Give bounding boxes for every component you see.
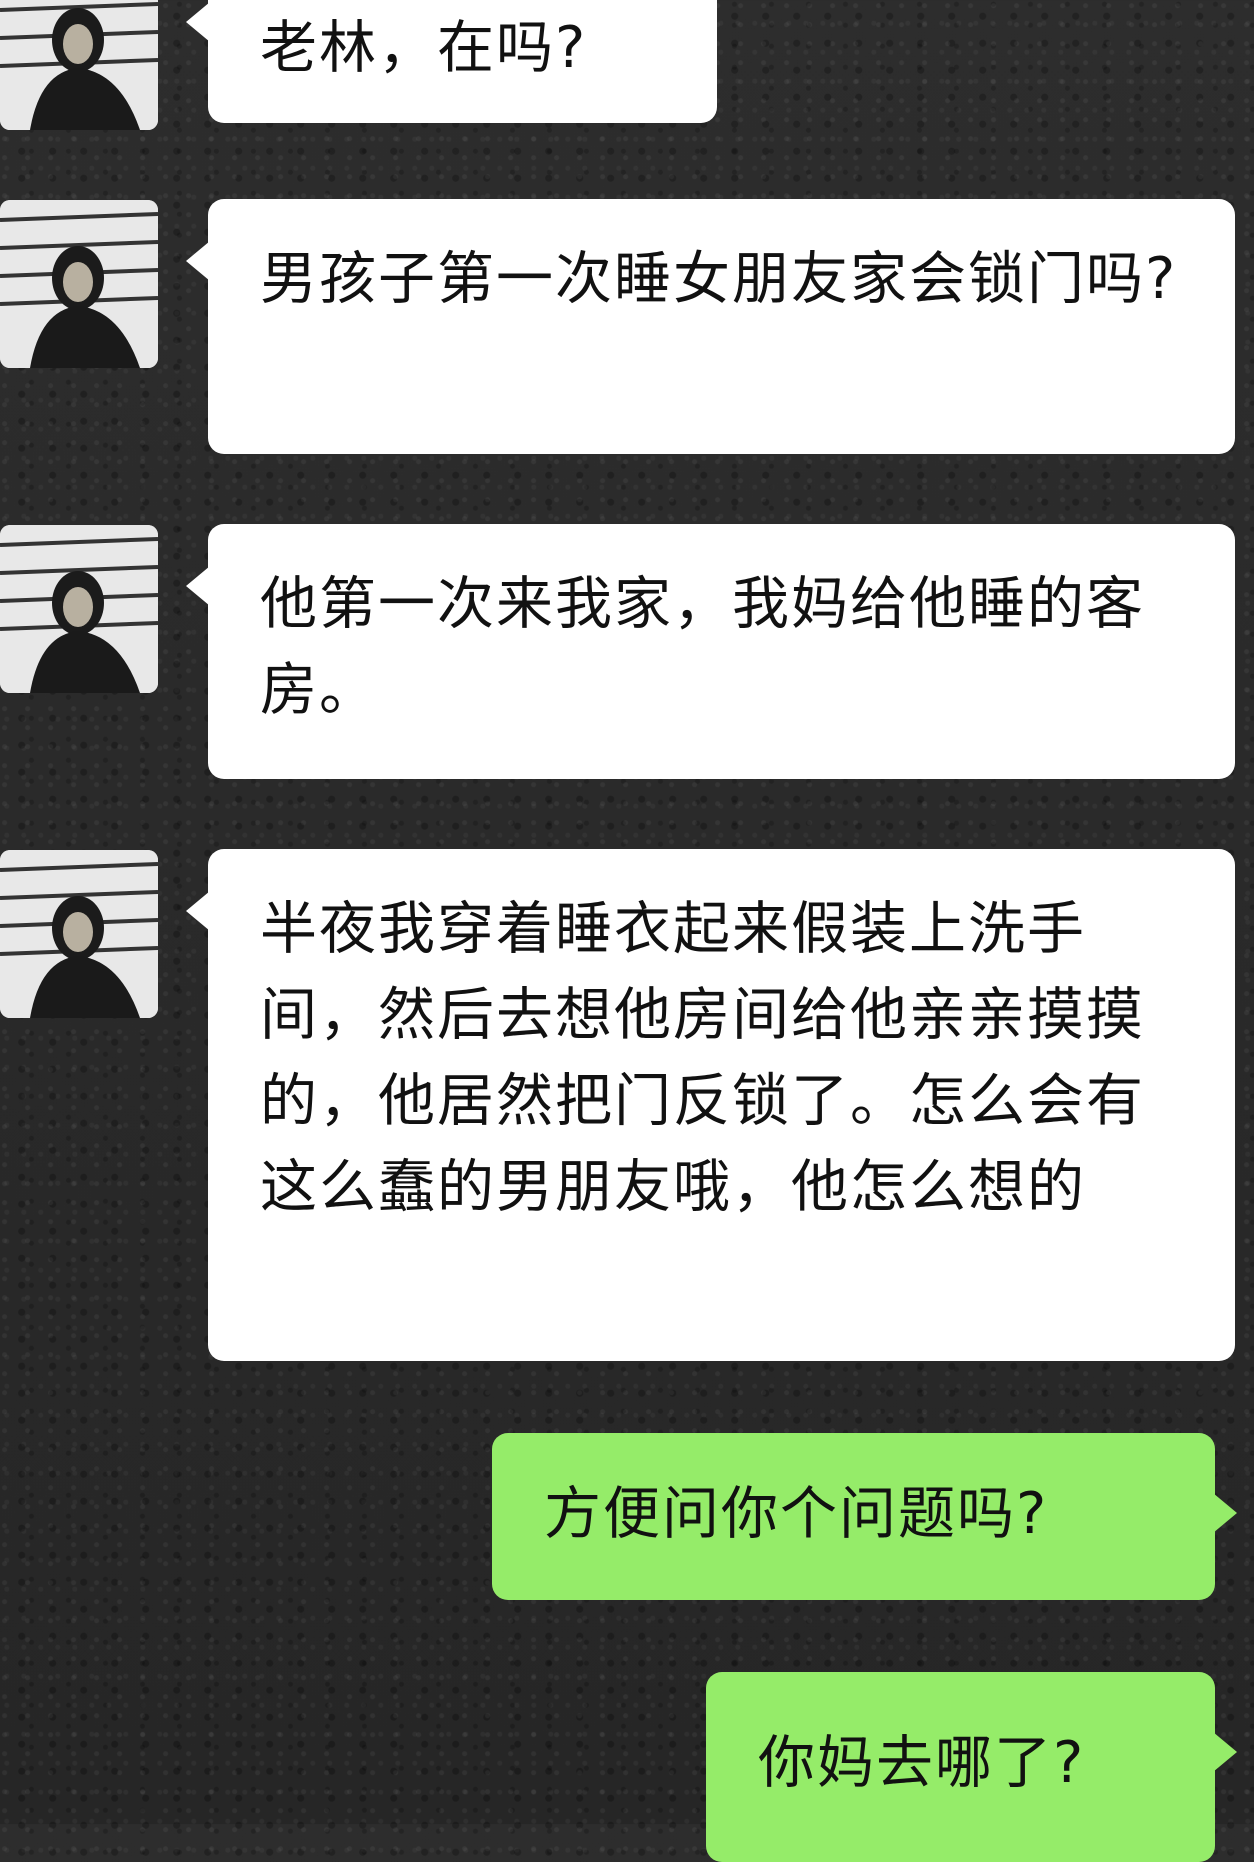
avatar-photo-icon (0, 850, 158, 1018)
contact-avatar[interactable] (0, 0, 158, 130)
message-bubble-incoming[interactable]: 男孩子第一次睡女朋友家会锁门吗? (186, 199, 1235, 454)
message-bubble-incoming[interactable]: 他第一次来我家，我妈给他睡的客房。 (186, 524, 1235, 779)
avatar-photo-icon (0, 525, 158, 693)
avatar-photo-icon (0, 200, 158, 368)
message-text: 方便问你个问题吗? (544, 1481, 1049, 1547)
message-text: 你妈去哪了? (758, 1730, 1086, 1796)
message-bubble-outgoing[interactable]: 你妈去哪了? (706, 1672, 1237, 1862)
chat-message-list: 老林，在吗? 男孩子第一次睡女朋友家会锁门吗? 他第一次来我家，我妈给他睡的客房… (0, 0, 1254, 1862)
message-text: 半夜我穿着睡衣起来假装上洗手间，然后去想他房间给他亲亲摸摸的，他居然把门反锁了。… (260, 896, 1145, 1220)
contact-avatar[interactable] (0, 525, 158, 693)
message-text: 他第一次来我家，我妈给他睡的客房。 (260, 571, 1145, 723)
message-bubble-incoming[interactable]: 半夜我穿着睡衣起来假装上洗手间，然后去想他房间给他亲亲摸摸的，他居然把门反锁了。… (186, 849, 1235, 1361)
avatar-photo-icon (0, 0, 158, 130)
message-text: 老林，在吗? (260, 15, 588, 81)
contact-avatar[interactable] (0, 200, 158, 368)
message-text: 男孩子第一次睡女朋友家会锁门吗? (260, 246, 1178, 312)
message-bubble-incoming[interactable]: 老林，在吗? (186, 0, 717, 123)
message-bubble-outgoing[interactable]: 方便问你个问题吗? (492, 1433, 1237, 1600)
contact-avatar[interactable] (0, 850, 158, 1018)
